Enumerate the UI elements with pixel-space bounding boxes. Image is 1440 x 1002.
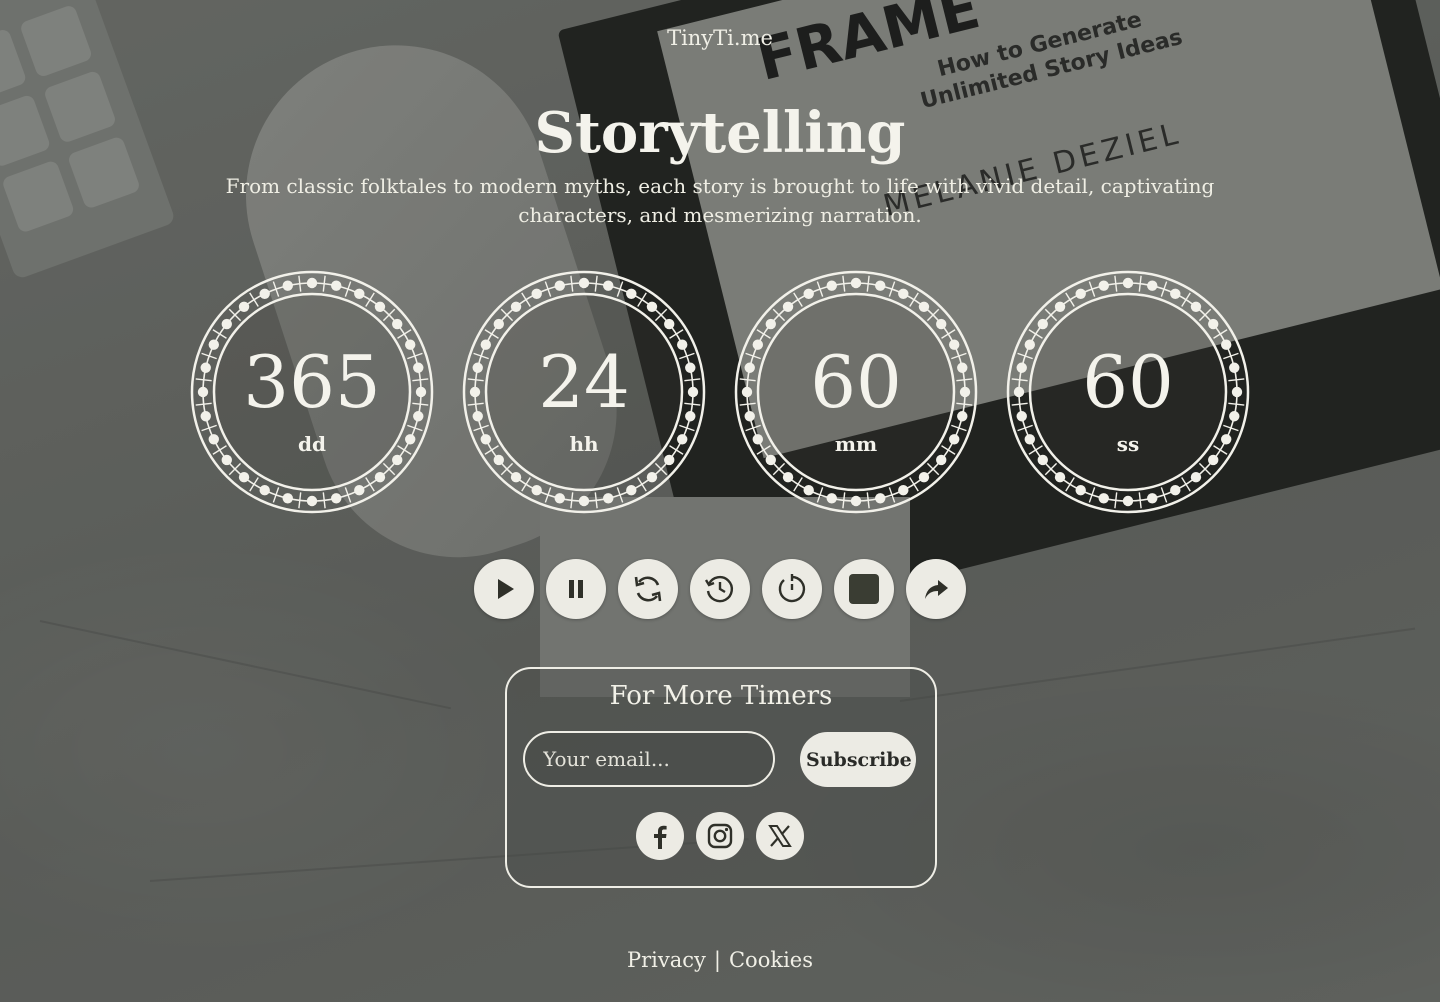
restart-button[interactable] [618, 559, 678, 619]
x-button[interactable] [756, 812, 804, 860]
play-button[interactable] [474, 559, 534, 619]
email-field[interactable] [523, 731, 775, 787]
minutes-dial: 60 mm [734, 270, 978, 514]
history-icon [704, 575, 733, 603]
timer-icon [778, 574, 806, 603]
pause-button[interactable] [546, 559, 606, 619]
seconds-dial: 60 ss [1006, 270, 1250, 514]
days-dial: 365 dd [190, 270, 434, 514]
hours-dial: 24 hh [462, 270, 706, 514]
play-icon [498, 579, 514, 599]
timer-reset-button[interactable] [762, 559, 822, 619]
page-title: Storytelling [534, 100, 906, 166]
stop-icon [849, 574, 879, 604]
share-icon [925, 580, 948, 599]
minutes-unit: mm [834, 432, 878, 456]
pause-icon [569, 580, 583, 598]
facebook-button[interactable] [636, 812, 684, 860]
refresh-icon [634, 576, 662, 602]
newsletter-title: For More Timers [609, 681, 833, 711]
facebook-icon [654, 825, 667, 849]
hours-unit: hh [569, 432, 599, 456]
seconds-value: 60 [1082, 340, 1174, 424]
days-value: 365 [243, 340, 381, 424]
privacy-link[interactable]: Privacy [627, 948, 706, 972]
hours-value: 24 [538, 340, 630, 424]
stop-button[interactable] [834, 559, 894, 619]
instagram-button[interactable] [696, 812, 744, 860]
x-icon [768, 825, 792, 847]
cookies-link[interactable]: Cookies [729, 948, 813, 972]
days-unit: dd [298, 432, 326, 456]
share-button[interactable] [906, 559, 966, 619]
page-subtitle: From classic folktales to modern myths, … [225, 174, 1215, 227]
seconds-unit: ss [1116, 432, 1140, 456]
footer-separator: | [713, 948, 721, 972]
newsletter-panel: For More Timers Subscribe [505, 667, 937, 888]
minutes-value: 60 [810, 340, 902, 424]
history-button[interactable] [690, 559, 750, 619]
subscribe-button[interactable]: Subscribe [800, 732, 916, 787]
instagram-icon [707, 823, 733, 849]
footer: Privacy | Cookies [0, 948, 1440, 972]
brand-logo[interactable]: TinyTi.me [0, 26, 1440, 50]
